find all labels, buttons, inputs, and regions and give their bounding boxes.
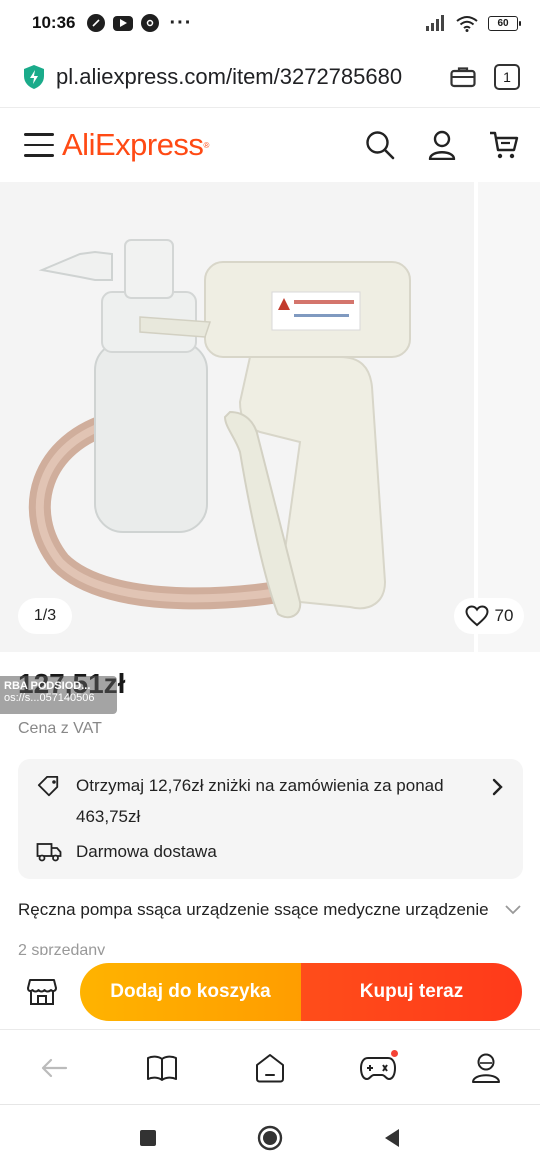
battery-indicator: 60 <box>488 15 521 31</box>
browser-bottom-nav <box>0 1031 540 1105</box>
product-image-gallery[interactable] <box>0 182 540 652</box>
user-icon[interactable] <box>426 129 458 161</box>
browser-url-bar[interactable]: pl.aliexpress.com/item/3272785680 1 <box>0 46 540 108</box>
store-icon[interactable] <box>26 976 58 1008</box>
favorites-count: 70 <box>494 606 514 625</box>
system-back-button[interactable] <box>377 1123 407 1153</box>
offers-card[interactable]: Otrzymaj 12,76zł zniżki na zamówienia za… <box>18 759 523 879</box>
shipping-row: Darmowa dostawa <box>36 840 505 863</box>
truck-icon <box>36 843 62 862</box>
tab-count[interactable]: 1 <box>494 63 520 90</box>
coupon-row[interactable]: Otrzymaj 12,76zł zniżki na zamówienia za… <box>36 775 505 832</box>
search-icon[interactable] <box>364 129 396 161</box>
signal-icon <box>426 15 444 31</box>
header-icons <box>364 129 520 161</box>
dnd-icon <box>87 14 106 32</box>
floating-overlay-tag[interactable]: RBA PODSIOD... os://s...057140506 <box>0 676 117 714</box>
product-title-row[interactable]: Ręczna pompa ssąca urządzenie ssące medy… <box>18 900 523 920</box>
product-title[interactable]: Ręczna pompa ssąca urządzenie ssące medy… <box>18 900 491 920</box>
cart-icon[interactable] <box>488 129 520 161</box>
notification-dot <box>391 1049 398 1057</box>
aliexpress-header: AliExpress ® <box>0 110 540 180</box>
shipping-text: Darmowa dostawa <box>76 841 217 861</box>
wifi-icon <box>456 15 478 32</box>
aliexpress-logo[interactable]: AliExpress <box>62 127 204 163</box>
add-to-cart-button[interactable]: Dodaj do koszyka <box>80 963 301 1021</box>
vat-note: Cena z VAT <box>18 720 102 737</box>
purchase-action-bar: Dodaj do koszyka Kupuj teraz <box>0 955 540 1030</box>
recents-button[interactable] <box>133 1123 163 1153</box>
next-image-peek[interactable] <box>474 182 540 652</box>
lightning-shield-icon[interactable] <box>22 64 46 90</box>
heart-icon[interactable] <box>465 605 489 627</box>
gamepad-icon[interactable] <box>358 1048 398 1088</box>
chevron-right-icon[interactable] <box>491 777 505 797</box>
youtube-icon <box>113 15 134 31</box>
home-icon[interactable] <box>250 1048 290 1088</box>
url-text[interactable]: pl.aliexpress.com/item/3272785680 <box>56 64 434 90</box>
logo-trademark: ® <box>203 140 210 150</box>
wishlist-button[interactable]: 70 <box>454 598 524 634</box>
tabs-button[interactable]: 1 <box>492 62 522 92</box>
purchase-buttons: Dodaj do koszyka Kupuj teraz <box>80 963 522 1021</box>
overlay-tag-line1: RBA PODSIOD... <box>4 680 91 692</box>
buy-now-button[interactable]: Kupuj teraz <box>301 963 522 1021</box>
profile-icon[interactable] <box>466 1048 506 1088</box>
status-time: 10:36 <box>32 13 76 32</box>
home-button[interactable] <box>255 1123 285 1153</box>
status-bar: 10:36 ··· 60 <box>0 0 540 46</box>
menu-icon[interactable] <box>24 133 54 157</box>
product-image[interactable] <box>0 182 474 652</box>
coupon-text[interactable]: Otrzymaj 12,76zł zniżki na zamówienia za… <box>76 770 481 832</box>
overlay-tag-line2: os://s...057140506 <box>4 692 95 704</box>
book-icon[interactable] <box>142 1048 182 1088</box>
image-counter: 1/3 <box>18 598 72 634</box>
notification-icons <box>87 14 160 32</box>
more-notifications-icon: ··· <box>169 11 193 34</box>
tag-icon <box>37 776 59 797</box>
back-icon[interactable] <box>34 1048 74 1088</box>
briefcase-icon[interactable] <box>448 62 478 92</box>
system-navigation-bar <box>0 1106 540 1170</box>
status-right: 60 <box>426 15 521 32</box>
chevron-down-icon[interactable] <box>503 903 523 917</box>
app-icon <box>141 14 160 32</box>
